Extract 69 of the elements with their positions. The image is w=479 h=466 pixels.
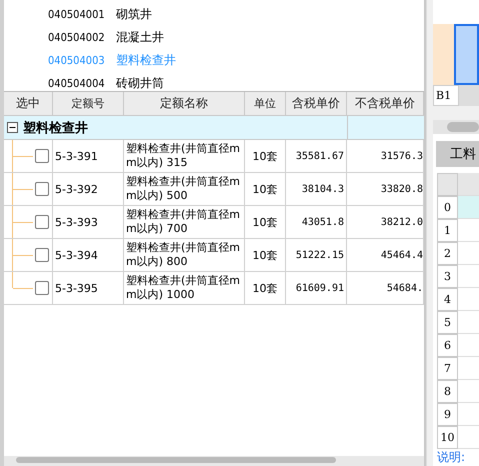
table-cell: 51222.15 (286, 239, 347, 271)
sheet-cell (458, 196, 479, 220)
table-cell: 塑料检查井(井筒直径mm以内) 700 (124, 206, 245, 238)
row-number: 3 (437, 265, 458, 288)
row-number: 7 (437, 357, 458, 380)
table-cell: 10套 (245, 206, 286, 238)
table-cell: 塑料检查井(井筒直径mm以内) 315 (124, 140, 245, 172)
sheet-cell (433, 0, 479, 24)
column-header: 定额号 (53, 92, 124, 115)
row-number: 4 (437, 288, 458, 312)
table-cell: 38104.3 (286, 173, 347, 205)
column-header: 选中 (4, 92, 53, 115)
row-checkbox[interactable] (35, 182, 49, 196)
row-number: 10 (437, 426, 458, 450)
row-number: 9 (437, 403, 458, 426)
column-header: 定额名称 (124, 92, 245, 115)
table-cell: 54684. (347, 272, 424, 304)
row-number: 0 (437, 196, 458, 220)
table-cell: 31576.3 (347, 140, 424, 172)
table-cell: 5-3-391 (53, 140, 124, 172)
table-cell: 10套 (245, 272, 286, 304)
tree-line (12, 173, 33, 205)
category-code[interactable]: 040504001 (48, 8, 116, 21)
group-name: 塑料检查井 (23, 120, 88, 136)
table-cell: 5-3-392 (53, 173, 124, 205)
category-name[interactable]: 混凝土井 (116, 29, 164, 46)
column-header: 单位 (245, 92, 286, 115)
table-cell: 10套 (245, 173, 286, 205)
table-cell: 5-3-393 (53, 206, 124, 238)
row-number: 8 (437, 380, 458, 404)
tree-line (12, 140, 33, 172)
row-number: 2 (437, 242, 458, 266)
table-cell: 38212.0 (347, 206, 424, 238)
table-cell: 10套 (245, 140, 286, 172)
table-cell: 10套 (245, 239, 286, 271)
column-header: 不含税单价 (347, 92, 424, 115)
row-checkbox[interactable] (35, 248, 49, 262)
column-header: 含税单价 (286, 92, 347, 115)
table-cell: 45464.4 (347, 239, 424, 271)
tree-line (12, 206, 33, 238)
row-number: 6 (437, 334, 458, 358)
corner-cell (437, 173, 458, 196)
table-cell: 塑料检查井(井筒直径mm以内) 1000 (124, 272, 245, 304)
table-cell: 塑料检查井(井筒直径mm以内) 800 (124, 239, 245, 271)
row-number: 1 (437, 219, 458, 242)
category-code[interactable]: 040504002 (48, 31, 116, 44)
table-cell: 5-3-394 (53, 239, 124, 271)
sheet-cell (433, 24, 454, 85)
horizontal-scrollbar[interactable] (4, 456, 424, 466)
category-name[interactable]: 砌筑井 (116, 6, 152, 23)
row-number: 5 (437, 311, 458, 334)
table-cell: 35581.67 (286, 140, 347, 172)
table-cell: 5-3-395 (53, 272, 124, 304)
table-cell: 33820.8 (347, 173, 424, 205)
row-checkbox[interactable] (35, 149, 49, 163)
table-cell: 43051.8 (286, 206, 347, 238)
column-header-cell (458, 173, 479, 196)
row-checkbox[interactable] (35, 215, 49, 229)
horizontal-scrollbar[interactable] (433, 120, 479, 134)
selected-cell[interactable] (454, 24, 479, 85)
cell-reference: B1 (433, 84, 459, 106)
sheet-tab[interactable]: 工料 (436, 140, 479, 167)
table-cell: 61609.91 (286, 272, 347, 304)
note-label: 说明: (433, 449, 479, 466)
table-cell: 塑料检查井(井筒直径mm以内) 500 (124, 173, 245, 205)
category-name[interactable]: 砖砌井筒 (116, 75, 164, 91)
category-code[interactable]: 040504004 (48, 77, 116, 90)
row-checkbox[interactable] (35, 281, 49, 295)
collapse-icon[interactable] (7, 122, 18, 133)
